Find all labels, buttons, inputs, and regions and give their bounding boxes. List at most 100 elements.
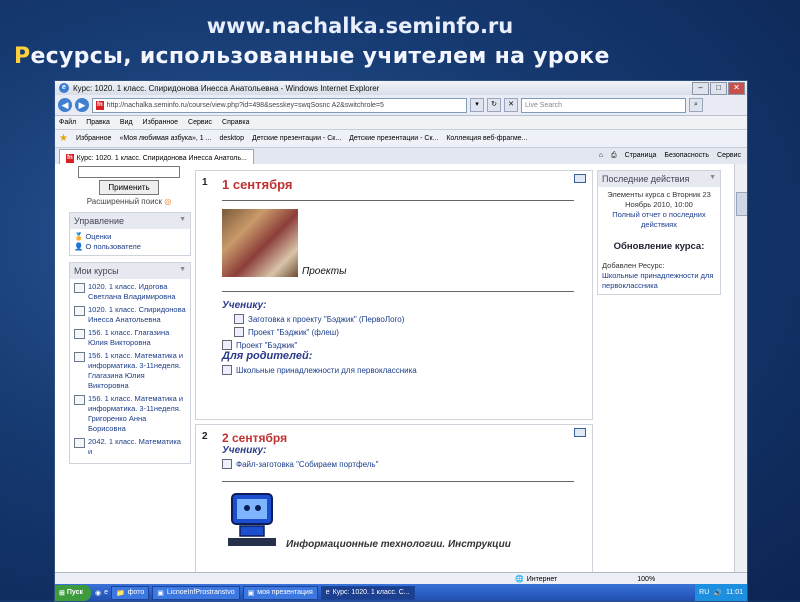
course-item[interactable]: 156. 1 класс. Математика и информатика. …	[74, 394, 186, 434]
volume-icon[interactable]: 🔊	[713, 589, 722, 597]
section-body: 2 сентября Ученику: Файл-заготовка "Соби…	[222, 425, 592, 550]
search-block: Применить Расширенный поиск ◎	[69, 166, 189, 206]
favorites-button[interactable]: Избранное	[76, 135, 111, 142]
document-icon	[222, 365, 232, 375]
file-icon	[234, 327, 244, 337]
collapse-icon[interactable]: ▼	[179, 266, 186, 273]
grades-label: Оценки	[85, 232, 112, 241]
site-favicon-icon: fn	[96, 100, 104, 110]
search-icon[interactable]: ⌕	[689, 98, 703, 112]
menu-file[interactable]: Файл	[59, 119, 76, 126]
tools-menu[interactable]: Сервис	[717, 152, 741, 160]
student-label: Ученику:	[222, 300, 267, 311]
full-report-link[interactable]: Полный отчет о последних действиях	[602, 210, 716, 230]
window-controls: – □ ✕	[692, 82, 745, 95]
taskbar-item[interactable]: 📁 фото	[111, 585, 150, 600]
tab-favicon-icon: fn	[66, 153, 74, 163]
course-item[interactable]: 156. 1 класс. Глагазина Юлия Викторовна	[74, 328, 186, 348]
slide-header: www.nachalka.seminfo.ru Ресурсы, использ…	[0, 0, 800, 78]
course-item[interactable]: 2042. 1 класс. Математика и	[74, 437, 186, 457]
favorite-link[interactable]: Коллекция веб-фрагме...	[446, 135, 527, 142]
course-search-input[interactable]	[78, 166, 180, 178]
refresh-icon[interactable]: ↻	[487, 98, 501, 112]
resource-link[interactable]: Заготовка к проекту "Бэджик" (ПервоЛого)	[234, 314, 592, 324]
address-input[interactable]: fn http://nachalka.seminfo.ru/course/vie…	[92, 97, 467, 113]
home-icon[interactable]: ⌂	[599, 152, 603, 160]
language-indicator[interactable]: RU	[699, 589, 709, 596]
menu-tools[interactable]: Сервис	[188, 119, 212, 126]
recent-activity-title: Последние действия	[602, 174, 690, 184]
zoom-level[interactable]: 100%	[637, 576, 655, 583]
my-courses-block: Мои курсы ▼ 1020. 1 класс. Идогова Светла…	[69, 262, 191, 464]
divider	[222, 291, 574, 292]
resource-label: Проект "Бэджик" (флеш)	[248, 327, 339, 337]
added-resource-link[interactable]: Школьные принадлежности для первоклассни…	[602, 271, 716, 291]
print-icon[interactable]: ⎙	[611, 152, 617, 160]
course-name: 1020. 1 класс. Идогова Светлана Владимир…	[88, 282, 176, 301]
advanced-search-label: Расширенный поиск	[86, 197, 163, 206]
menu-edit[interactable]: Правка	[86, 119, 110, 126]
back-button[interactable]: ◀	[58, 98, 72, 112]
forward-button[interactable]: ▶	[75, 98, 89, 112]
favorite-link[interactable]: desktop	[219, 135, 244, 142]
taskbar-item[interactable]: ▣ моя презентация	[242, 585, 318, 600]
favorite-link[interactable]: Детские презентации - Ск...	[252, 135, 341, 142]
address-text: http://nachalka.seminfo.ru/course/view.p…	[106, 101, 384, 109]
course-name: 156. 1 класс. Математика и информатика. …	[88, 394, 184, 433]
address-dropdown-icon[interactable]: ▾	[470, 98, 484, 112]
stop-icon[interactable]: ✕	[504, 98, 518, 112]
section-body: 1 сентября Проекты Ученику: Заготовка к …	[222, 171, 592, 375]
favorite-link[interactable]: Детские презентации - Ск...	[349, 135, 438, 142]
collapse-icon[interactable]: ▼	[179, 216, 186, 223]
recent-activity-body: Элементы курса с Вторник 23 Ноябрь 2010,…	[598, 187, 720, 233]
status-zone-text: Интернет	[526, 575, 558, 583]
live-search-input[interactable]: Live Search	[521, 97, 686, 113]
resource-link[interactable]: Проект "Бэджик" (флеш)	[234, 327, 592, 337]
grades-link[interactable]: 🏅 Оценки	[74, 232, 186, 242]
collapse-icon[interactable]: ▼	[709, 174, 716, 181]
section-number: 2	[202, 431, 208, 442]
show-section-icon[interactable]	[574, 174, 586, 183]
command-bar: ⌂ ⎙ Страница Безопасность Сервис	[599, 152, 741, 160]
taskbar-item-active[interactable]: e Курс: 1020. 1 класс. С...	[320, 585, 415, 600]
advanced-search-link[interactable]: Расширенный поиск ◎	[69, 197, 189, 206]
resource-link[interactable]: Проект "Бэджик"	[222, 340, 592, 350]
minimize-button[interactable]: –	[692, 82, 709, 95]
menu-help[interactable]: Справка	[222, 119, 249, 126]
slide-title-first-letter: Р	[14, 44, 31, 69]
menu-view[interactable]: Вид	[120, 119, 133, 126]
course-item[interactable]: 1020. 1 класс. Идогова Светлана Владимир…	[74, 282, 186, 302]
photo-row: Проекты	[222, 209, 592, 277]
close-button[interactable]: ✕	[728, 82, 745, 95]
apply-button[interactable]: Применить	[99, 180, 159, 195]
resource-link[interactable]: Файл-заготовка "Собираем портфель"	[222, 459, 592, 469]
menu-favorites[interactable]: Избранное	[143, 119, 178, 126]
robot-caption: Информационные технологии. Инструкции	[286, 539, 511, 550]
favorite-link[interactable]: «Моя любимая азбука», 1 ...	[119, 135, 211, 142]
course-item[interactable]: 156. 1 класс. Математика и информатика. …	[74, 351, 186, 391]
quicklaunch-icon[interactable]: ◉	[95, 589, 101, 597]
resource-link[interactable]: Школьные принадлежности для первоклассни…	[222, 365, 592, 375]
ie-quicklaunch-icon[interactable]: e	[104, 589, 108, 596]
start-button[interactable]: ⊞ Пуск	[55, 584, 92, 601]
taskbar-item[interactable]: ▣ LicnoeInfProstranstvo	[152, 585, 240, 600]
divider	[222, 481, 574, 482]
system-tray: RU 🔊 11:01	[695, 584, 747, 601]
user-icon: 👤	[74, 242, 84, 251]
start-label: Пуск	[66, 589, 84, 596]
maximize-button[interactable]: □	[710, 82, 727, 95]
page-menu[interactable]: Страница	[625, 152, 657, 160]
profile-link[interactable]: 👤 О пользователе	[74, 242, 186, 252]
slide-title: Ресурсы, использованные учителем на урок…	[14, 44, 610, 69]
course-icon	[74, 395, 85, 405]
ie-icon: e	[325, 589, 330, 596]
scrollbar-thumb[interactable]	[736, 192, 747, 216]
course-item[interactable]: 1020. 1 класс. Спиридонова Инесса Анатол…	[74, 305, 186, 325]
right-column: Последние действия ▼ Элементы курса с Вто…	[597, 164, 721, 295]
vertical-scrollbar[interactable]	[734, 164, 747, 572]
favorites-star-icon[interactable]: ★	[59, 133, 68, 144]
section-title: 2 сентября	[222, 431, 288, 445]
show-section-icon[interactable]	[574, 428, 586, 437]
search-options-icon: ◎	[164, 197, 172, 206]
security-menu[interactable]: Безопасность	[664, 152, 709, 160]
